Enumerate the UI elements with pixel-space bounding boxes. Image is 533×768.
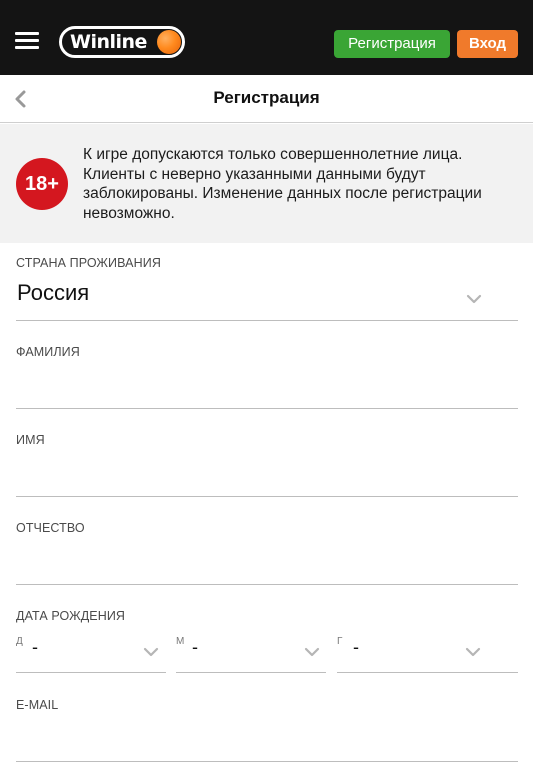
age-badge: 18+: [16, 158, 68, 210]
logo-text: Winline: [70, 31, 147, 53]
winline-ball-icon: [157, 30, 181, 54]
birth-month-sublabel: М: [176, 636, 185, 647]
chevron-left-icon[interactable]: [12, 87, 32, 111]
last-name-input[interactable]: [16, 366, 518, 406]
menu-icon-line: [15, 39, 39, 42]
birth-year-underline: [337, 672, 518, 673]
email-input[interactable]: [16, 719, 518, 759]
birth-day-value: -: [32, 637, 38, 657]
chevron-down-icon: [143, 644, 159, 657]
login-button[interactable]: Вход: [457, 30, 518, 58]
menu-icon-line: [15, 46, 39, 49]
country-label: Страна проживания: [16, 256, 161, 270]
first-name-label: Имя: [16, 433, 45, 447]
birth-year-select[interactable]: [337, 630, 518, 670]
birth-month-underline: [176, 672, 326, 673]
birth-month-value: -: [192, 637, 198, 657]
email-underline: [16, 761, 518, 762]
page-header: Регистрация: [0, 75, 533, 123]
email-label: E-mail: [16, 698, 59, 712]
top-bar: Winline Регистрация Вход: [0, 0, 533, 75]
birth-day-sublabel: Д: [16, 636, 23, 647]
chevron-down-icon: [466, 291, 482, 304]
register-button[interactable]: Регистрация: [334, 30, 450, 58]
notice-text: К игре допускаются только совершеннолетн…: [83, 146, 482, 222]
birth-day-underline: [16, 672, 166, 673]
patronymic-input[interactable]: [16, 542, 518, 582]
last-name-underline: [16, 408, 518, 409]
country-underline: [16, 320, 518, 321]
winline-logo[interactable]: Winline: [59, 26, 185, 58]
chevron-down-icon: [304, 644, 320, 657]
patronymic-underline: [16, 584, 518, 585]
birth-year-sublabel: Г: [337, 636, 343, 647]
birth-year-value: -: [353, 637, 359, 657]
menu-icon[interactable]: [15, 32, 39, 50]
page-title: Регистрация: [213, 88, 320, 107]
first-name-underline: [16, 496, 518, 497]
birth-day-select[interactable]: [16, 630, 164, 670]
patronymic-label: Отчество: [16, 521, 85, 535]
last-name-label: Фамилия: [16, 345, 80, 359]
country-value: Россия: [17, 280, 90, 305]
birth-month-select[interactable]: [176, 630, 324, 670]
birth-date-label: Дата рождения: [16, 609, 126, 623]
chevron-down-icon: [465, 644, 481, 657]
menu-icon-line: [15, 32, 39, 35]
country-select[interactable]: [16, 276, 518, 316]
first-name-input[interactable]: [16, 454, 518, 494]
